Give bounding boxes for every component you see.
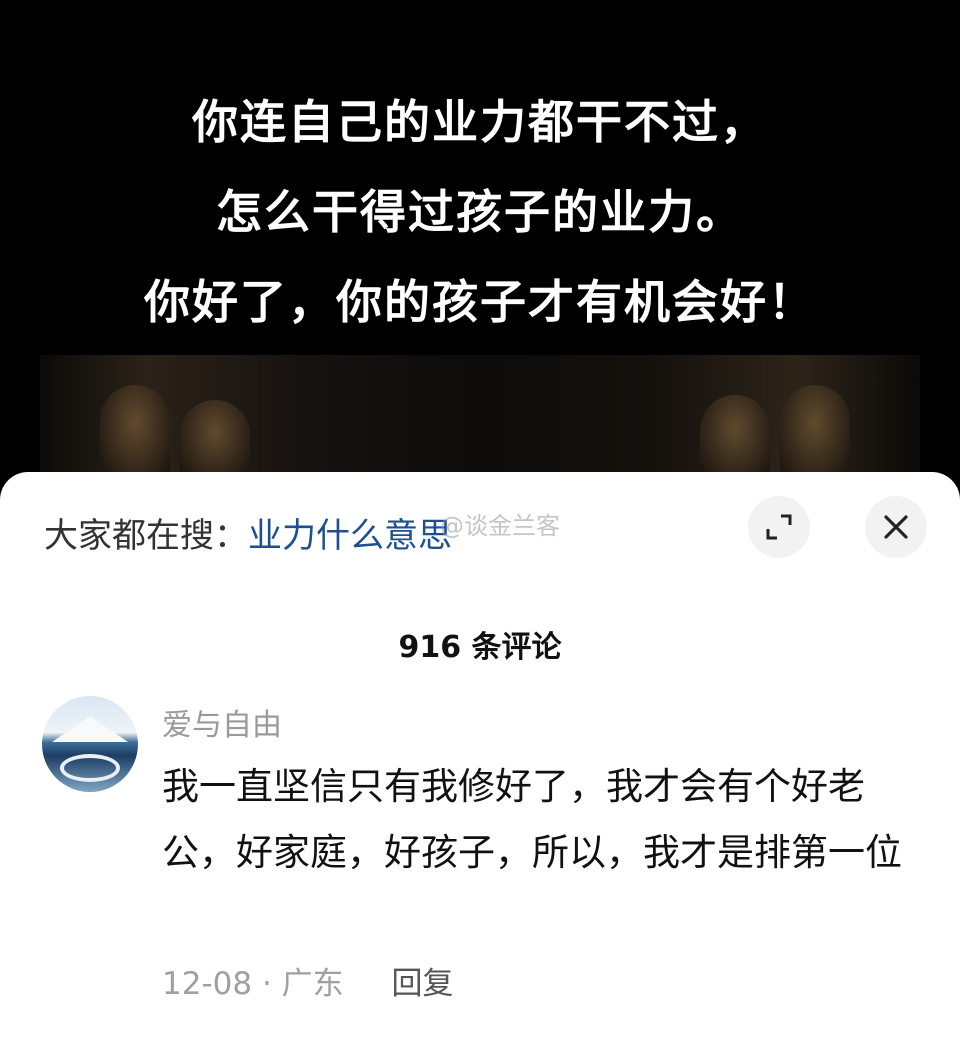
video-caption-line-2: 怎么干得过孩子的业力。 <box>216 185 744 239</box>
statue-figure-left-2 <box>180 400 250 480</box>
avatar-mountain <box>52 716 128 742</box>
statue-figure-right-2 <box>780 385 850 480</box>
video-scene-image <box>40 355 920 480</box>
suggested-search-term[interactable]: 业力什么意思 <box>248 516 452 556</box>
comment-count: 916 条评论 <box>398 630 562 665</box>
close-button[interactable] <box>865 496 927 558</box>
close-icon <box>884 515 908 539</box>
suggested-search-prefix: 大家都在搜： <box>44 516 248 556</box>
avatar[interactable] <box>42 696 138 792</box>
comment-meta: 12-08 · 广东 回复 <box>162 958 454 1003</box>
comments-sheet: 大家都在搜：业力什么意思 @谈金兰客 916 条评论 爱与自由 我一直坚信只有我… <box>0 472 960 1037</box>
suggested-search[interactable]: 大家都在搜：业力什么意思 <box>44 508 452 557</box>
expand-icon <box>766 514 792 540</box>
watermark: @谈金兰客 <box>440 512 560 540</box>
expand-button[interactable] <box>748 496 810 558</box>
avatar-ring <box>60 754 120 782</box>
comment-body: 我一直坚信只有我修好了，我才会有个好老公，好家庭，好孩子，所以，我才是排第一位 <box>162 765 902 874</box>
statue-figure-left <box>100 385 170 480</box>
video-player[interactable]: 你连自己的业力都干不过， 怎么干得过孩子的业力。 你好了，你的孩子才有机会好！ <box>0 0 960 480</box>
reply-button[interactable]: 回复 <box>392 966 454 1002</box>
statue-figure-right <box>700 395 770 480</box>
comment-location: 广东 <box>281 966 344 1002</box>
video-caption-line-1: 你连自己的业力都干不过， <box>192 95 768 149</box>
meta-separator: · <box>261 966 282 1002</box>
comment-date: 12-08 <box>162 966 253 1002</box>
comment-username[interactable]: 爱与自由 <box>162 700 282 744</box>
video-caption-line-3: 你好了，你的孩子才有机会好！ <box>144 275 816 329</box>
